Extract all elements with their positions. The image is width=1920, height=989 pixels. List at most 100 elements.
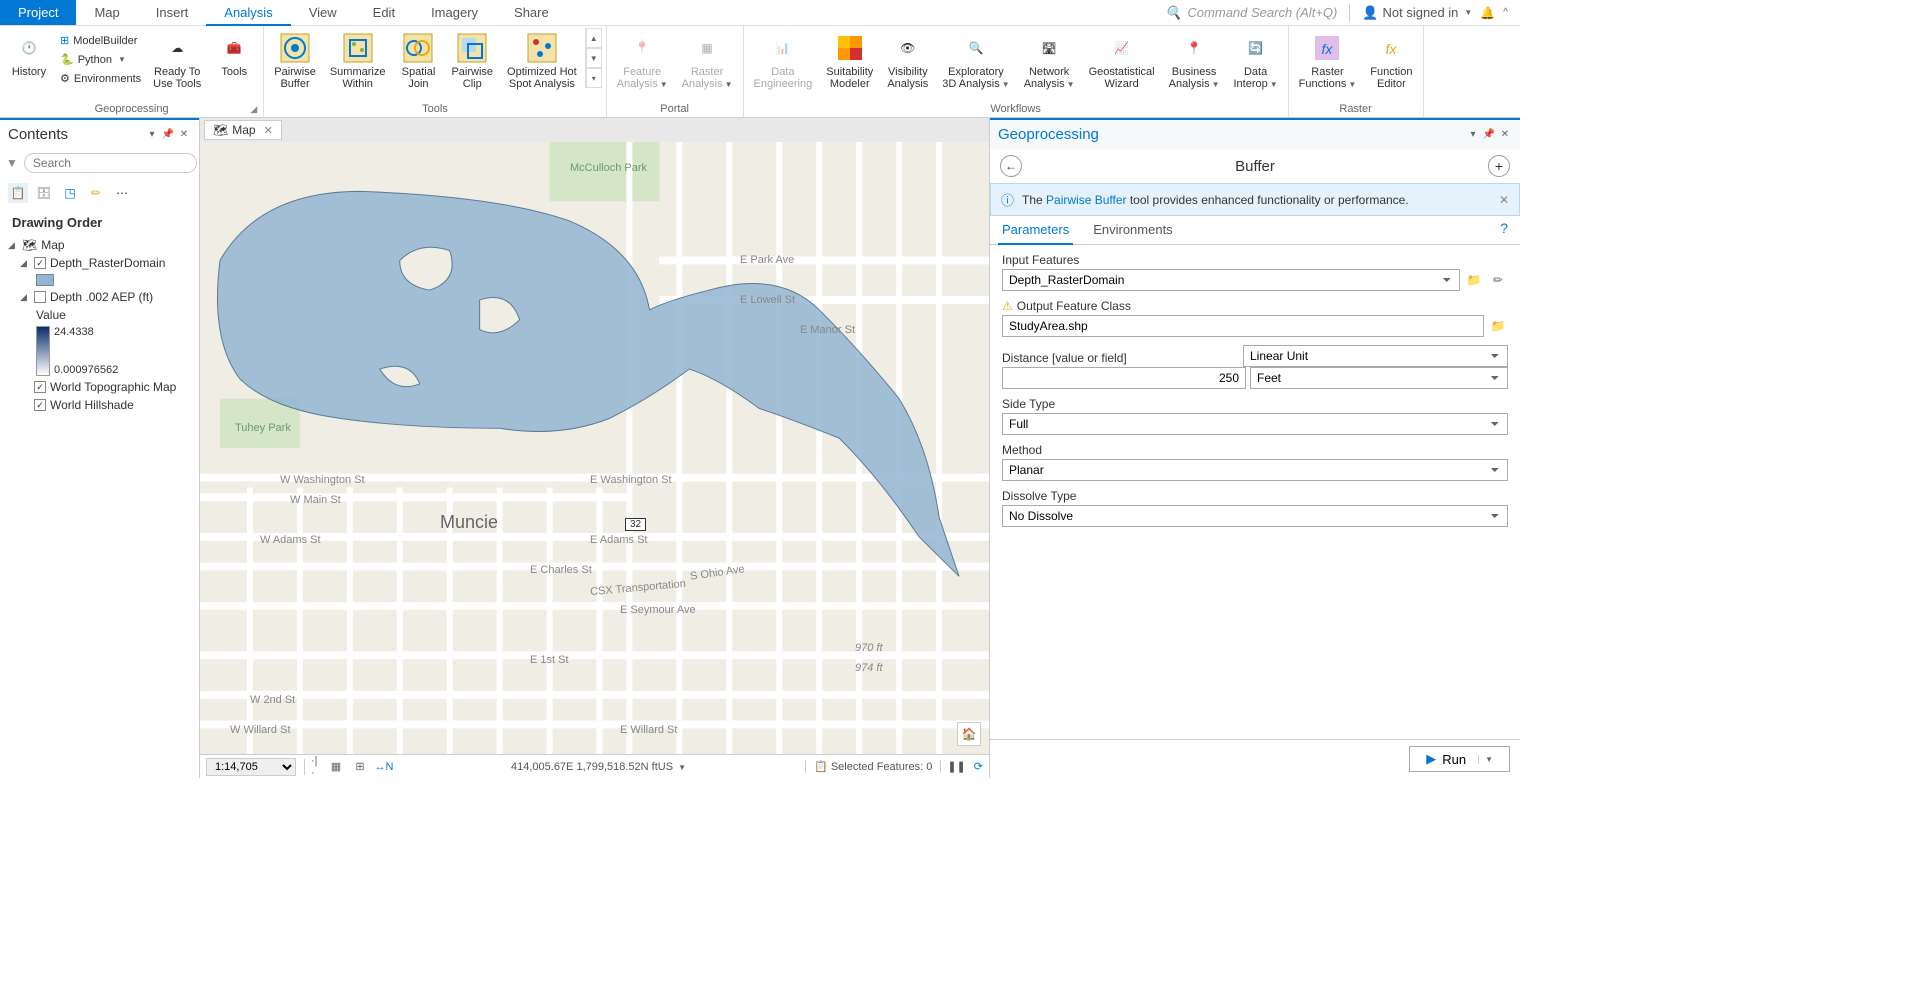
tools-button[interactable]: 🧰 Tools (209, 28, 259, 82)
street-label: W Main St (290, 494, 341, 506)
data-eng-button[interactable]: 📊Data Engineering (748, 28, 819, 94)
tab-insert[interactable]: Insert (138, 0, 207, 25)
toc-layer-depth-aep[interactable]: ◢ Depth .002 AEP (ft) (0, 288, 199, 306)
list-by-editing-icon[interactable]: ✏ (86, 183, 106, 203)
map-canvas[interactable]: Muncie McCulloch Park Tuhey Park W Washi… (200, 142, 989, 754)
info-link[interactable]: Pairwise Buffer (1046, 193, 1126, 207)
edit-icon[interactable]: ✏ (1488, 270, 1508, 290)
list-by-selection-icon[interactable]: ◳ (60, 183, 80, 203)
checkbox[interactable]: ✓ (34, 381, 46, 393)
checkbox[interactable] (34, 291, 46, 303)
toc-map[interactable]: ◢ 🗺 Map (0, 236, 199, 254)
list-by-source-icon[interactable]: 🗄 (34, 183, 54, 203)
expand-icon[interactable]: ◢ (20, 292, 30, 303)
search-input[interactable] (24, 153, 197, 173)
tab-environments[interactable]: Environments (1089, 216, 1176, 244)
network-button[interactable]: 🛣Network Analysis▼ (1018, 28, 1081, 95)
dissolve-select[interactable]: No Dissolve (1002, 505, 1508, 527)
toc-layer-depth-raster[interactable]: ◢ ✓ Depth_RasterDomain (0, 254, 199, 272)
close-icon[interactable]: ✕ (177, 128, 191, 142)
method-select[interactable]: Planar (1002, 459, 1508, 481)
summarize-within-button[interactable]: Summarize Within (324, 28, 392, 94)
history-button[interactable]: 🕐 History (4, 28, 54, 82)
close-icon[interactable]: ✕ (264, 124, 273, 137)
visibility-button[interactable]: 👁Visibility Analysis (881, 28, 934, 94)
pairwise-buffer-button[interactable]: Pairwise Buffer (268, 28, 322, 94)
business-icon: 📍 (1178, 32, 1210, 64)
raster-analysis-button[interactable]: ▦Raster Analysis▼ (676, 28, 739, 95)
more-icon[interactable]: ⋯ (112, 183, 132, 203)
side-type-select[interactable]: Full (1002, 413, 1508, 435)
tab-project[interactable]: Project (0, 0, 76, 25)
python-button[interactable]: 🐍Python▼ (56, 51, 145, 68)
exploratory-button[interactable]: 🔍Exploratory 3D Analysis▼ (936, 28, 1015, 95)
tab-map[interactable]: Map (76, 0, 137, 25)
interop-button[interactable]: 🔄Data Interop▼ (1228, 28, 1284, 95)
pairwise-clip-button[interactable]: Pairwise Clip (445, 28, 499, 94)
filter-icon[interactable]: ▼ (6, 156, 18, 170)
tab-parameters[interactable]: Parameters (998, 216, 1073, 245)
map-tab[interactable]: 🗺 Map ✕ (204, 120, 282, 140)
scale-select[interactable]: 1:14,705 (206, 758, 296, 776)
close-icon[interactable]: ✕ (1499, 193, 1509, 207)
back-button[interactable]: ← (1000, 155, 1022, 177)
pause-icon[interactable]: ❚❚ (940, 760, 965, 773)
help-icon[interactable]: ? (1496, 216, 1512, 244)
navigator-icon[interactable]: 🏠 (957, 722, 981, 746)
expand-icon[interactable]: ◢ (8, 240, 18, 251)
pin-icon[interactable]: 📌 (1482, 128, 1496, 142)
tab-edit[interactable]: Edit (355, 0, 413, 25)
output-fc-input[interactable] (1002, 315, 1484, 337)
hotspot-button[interactable]: Optimized Hot Spot Analysis (501, 28, 583, 94)
checkbox[interactable]: ✓ (34, 257, 46, 269)
gradient-swatch (36, 326, 50, 376)
suitability-button[interactable]: Suitability Modeler (820, 28, 879, 94)
command-search[interactable]: 🔍 Command Search (Alt+Q) (1165, 5, 1337, 21)
list-by-drawing-icon[interactable]: 📋 (8, 183, 28, 203)
feature-analysis-button[interactable]: 📍Feature Analysis▼ (611, 28, 674, 95)
gallery-down[interactable]: ▼ (586, 48, 602, 68)
environments-button[interactable]: ⚙Environments (56, 70, 145, 87)
modelbuilder-button[interactable]: ⊞ModelBuilder (56, 32, 145, 49)
distance-type-select[interactable]: Linear Unit (1243, 345, 1508, 367)
launcher-icon[interactable]: ◢ (250, 104, 257, 115)
spatial-join-button[interactable]: Spatial Join (393, 28, 443, 94)
tab-view[interactable]: View (291, 0, 355, 25)
tab-imagery[interactable]: Imagery (413, 0, 496, 25)
function-editor-button[interactable]: fxFunction Editor (1364, 28, 1418, 94)
pin-icon[interactable]: 📌 (161, 128, 175, 142)
gallery-up[interactable]: ▲ (586, 28, 602, 48)
add-button[interactable]: + (1488, 155, 1510, 177)
expand-icon[interactable]: ◢ (20, 258, 30, 269)
gallery-expand[interactable]: ▾ (586, 68, 602, 88)
toc-basemap-hillshade[interactable]: ✓ World Hillshade (0, 396, 199, 414)
menu-icon[interactable]: ▾ (1466, 128, 1480, 142)
tab-share[interactable]: Share (496, 0, 567, 25)
python-icon: 🐍 (60, 53, 74, 66)
refresh-icon[interactable]: ⟳ (974, 760, 983, 773)
distance-unit-select[interactable]: Feet (1250, 367, 1508, 389)
checkbox[interactable]: ✓ (34, 399, 46, 411)
browse-icon[interactable]: 📁 (1488, 316, 1508, 336)
toc-basemap-topo[interactable]: ✓ World Topographic Map (0, 378, 199, 396)
browse-icon[interactable]: 📁 (1464, 270, 1484, 290)
contents-header: Contents ▾ 📌 ✕ (0, 118, 199, 149)
distance-value-input[interactable] (1002, 367, 1246, 389)
signin-button[interactable]: 👤 Not signed in ▼ (1362, 5, 1472, 21)
tab-analysis[interactable]: Analysis (206, 0, 290, 26)
ready-tools-button[interactable]: ☁ Ready To Use Tools (147, 28, 207, 94)
business-button[interactable]: 📍Business Analysis▼ (1163, 28, 1226, 95)
close-icon[interactable]: ✕ (1498, 128, 1512, 142)
snapping-icon[interactable]: ▦ (328, 759, 344, 775)
collapse-ribbon-icon[interactable]: ^ (1503, 7, 1508, 18)
modelbuilder-icon: ⊞ (60, 34, 69, 47)
menu-icon[interactable]: ▾ (145, 128, 159, 142)
notification-icon[interactable]: 🔔 (1480, 6, 1495, 20)
constraint-icon[interactable]: ·|· (304, 759, 320, 775)
geostat-button[interactable]: 📈Geostatistical Wizard (1083, 28, 1161, 94)
run-button[interactable]: ▶Run▼ (1409, 746, 1510, 772)
input-features-select[interactable]: Depth_RasterDomain (1002, 269, 1460, 291)
dynamic-icon[interactable]: ↔N (376, 759, 392, 775)
raster-functions-button[interactable]: fxRaster Functions▼ (1293, 28, 1363, 95)
grid-icon[interactable]: ⊞ (352, 759, 368, 775)
